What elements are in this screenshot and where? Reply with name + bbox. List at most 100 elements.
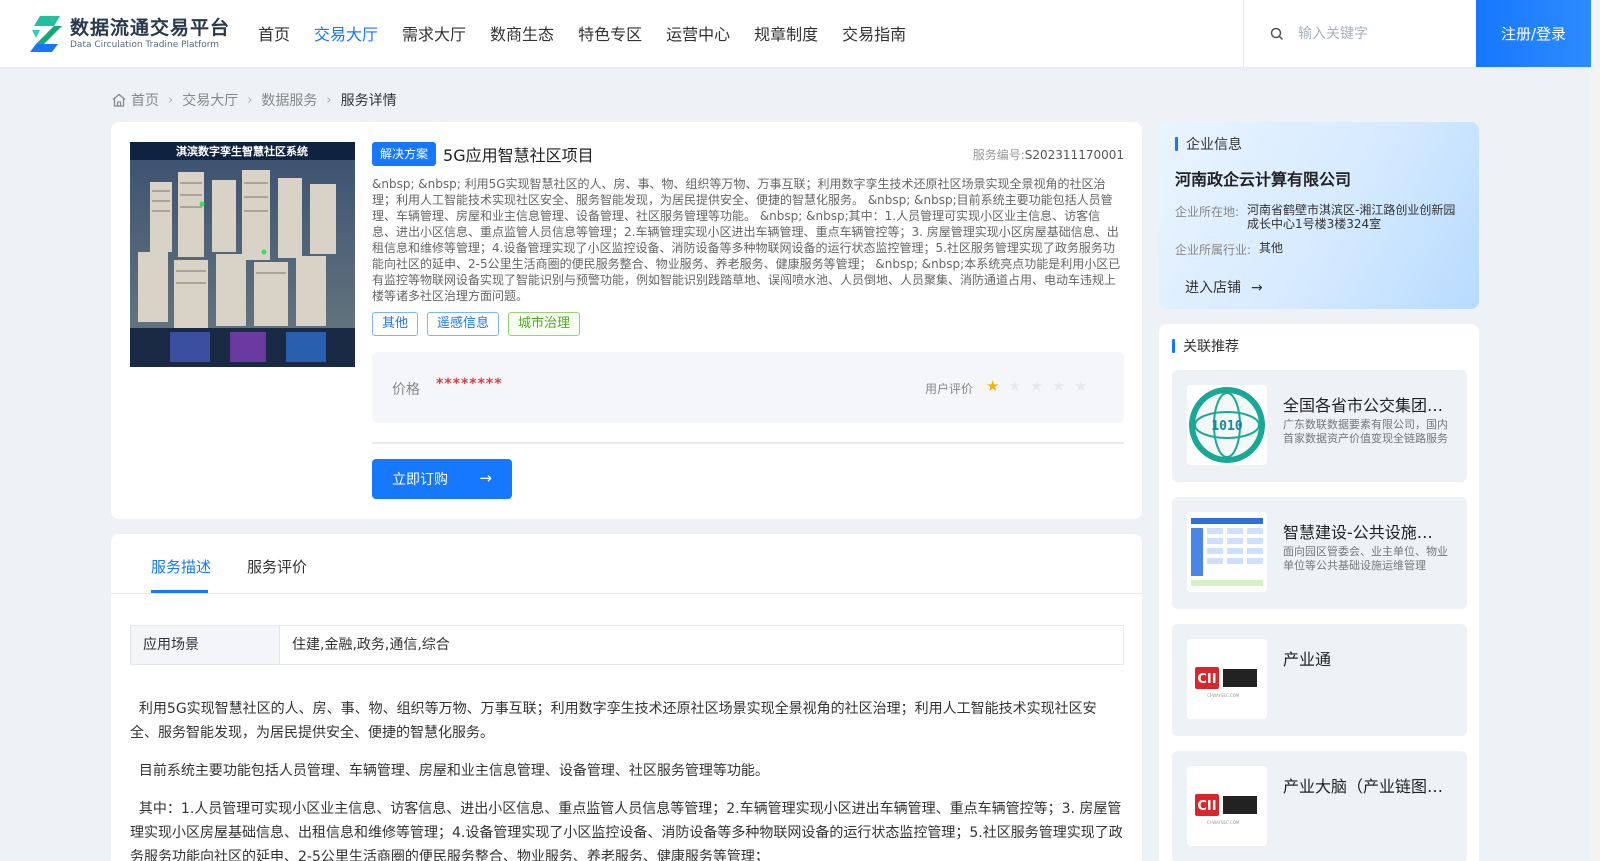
arrow-right-icon: → bbox=[1251, 280, 1263, 296]
recommend-item[interactable]: CII CI-WAYSEC.COM 产业大脑（产业链图谱） bbox=[1172, 751, 1467, 861]
enterprise-section-title: 企业信息 bbox=[1175, 134, 1242, 154]
recommend-item[interactable]: 智慧建设-公共设施智能运维 面向园区管委会、业主单位、物业单位等公共基础设施运维… bbox=[1172, 497, 1467, 609]
nav-home[interactable]: 首页 bbox=[246, 0, 302, 67]
svg-text:1010: 1010 bbox=[1211, 419, 1242, 434]
description-paragraph: 利用5G实现智慧社区的人、房、事、物、组织等万物、万事互联；利用数字孪生技术还原… bbox=[130, 701, 1097, 741]
enter-shop-link[interactable]: 进入店铺 → bbox=[1185, 277, 1263, 297]
nav-special-zone[interactable]: 特色专区 bbox=[566, 0, 654, 67]
description-paragraph: 其中：1.人员管理可实现小区业主信息、访客信息、进出小区信息、重点监管人员信息等… bbox=[130, 801, 1123, 861]
enterprise-card: 企业信息 河南政企云计算有限公司 企业所在地: 河南省鹤壁市淇滨区-湘江路创业创… bbox=[1159, 122, 1479, 309]
page-scrollbar[interactable] bbox=[1591, 0, 1600, 861]
tab-service-description[interactable]: 服务描述 bbox=[151, 556, 211, 577]
logo-subtitle: Data Circulation Tradine Platform bbox=[70, 40, 220, 50]
search-input[interactable] bbox=[1298, 25, 1468, 42]
recommend-section-title: 关联推荐 bbox=[1172, 336, 1239, 356]
recommend-item[interactable]: CII CI-WAYSEC.COM 产业通 bbox=[1172, 624, 1467, 736]
data-globe-icon: 1010 bbox=[1187, 385, 1267, 465]
chevron-right-icon: › bbox=[247, 92, 253, 108]
enterprise-name: 河南政企云计算有限公司 bbox=[1175, 170, 1352, 189]
star-icon[interactable]: ★ bbox=[986, 377, 1008, 395]
nav-guide[interactable]: 交易指南 bbox=[830, 0, 918, 67]
breadcrumb-trading-hall[interactable]: 交易大厅 bbox=[182, 90, 238, 110]
nav-ecosystem[interactable]: 数商生态 bbox=[478, 0, 566, 67]
search-box bbox=[1243, 0, 1476, 67]
breadcrumb-data-service[interactable]: 数据服务 bbox=[261, 90, 317, 110]
price-value: ******** bbox=[436, 376, 503, 392]
recommend-card: 关联推荐 1010 全国各省市公交集团数据 广东数联数据要素有限公司，国内首家数… bbox=[1159, 324, 1479, 861]
recommend-item[interactable]: 1010 全国各省市公交集团数据 广东数联数据要素有限公司，国内首家数据资产价值… bbox=[1172, 370, 1467, 482]
serial-value: S202311170001 bbox=[1024, 148, 1124, 162]
logo-title: 数据流通交易平台 bbox=[70, 17, 231, 39]
recommend-title: 产业通 bbox=[1283, 650, 1332, 669]
order-now-label: 立即订购 bbox=[392, 472, 448, 488]
detail-tabs: 服务描述 服务评价 bbox=[111, 534, 1142, 594]
section-accent-bar bbox=[1172, 339, 1175, 353]
description-paragraph: 目前系统主要功能包括人员管理、车辆管理、房屋和业主信息管理、设备管理、社区服务管… bbox=[130, 763, 769, 779]
serial-label: 服务编号: bbox=[972, 148, 1025, 162]
rating-label: 用户评价 bbox=[925, 382, 974, 396]
home-icon bbox=[112, 93, 126, 107]
recommend-title: 智慧建设-公共设施智能运维 bbox=[1283, 523, 1448, 542]
search-icon[interactable] bbox=[1270, 27, 1284, 41]
enterprise-location-row: 企业所在地: 河南省鹤壁市淇滨区-湘江路创业创新园成长中心1号楼3楼324室 bbox=[1175, 203, 1467, 231]
nav-demand-hall[interactable]: 需求大厅 bbox=[390, 0, 478, 67]
service-serial: 服务编号:S202311170001 bbox=[973, 146, 1124, 163]
tag-other[interactable]: 其他 bbox=[372, 312, 419, 336]
price-label: 价格 bbox=[392, 382, 420, 398]
chevron-right-icon: › bbox=[326, 92, 332, 108]
scene-value: 住建,金融,政务,通信,综合 bbox=[292, 637, 450, 653]
service-detail-card: 服务描述 服务评价 应用场景 住建,金融,政务,通信,综合 利用5G实现智慧社区… bbox=[111, 534, 1142, 861]
top-header: 数据流通交易平台 Data Circulation Tradine Platfo… bbox=[0, 0, 1600, 67]
product-image-caption: 淇滨数字孪生智慧社区系统 bbox=[176, 144, 308, 158]
svg-text:CII: CII bbox=[1197, 799, 1216, 814]
price-panel: 价格 ******** 用户评价 ★ ★ ★ ★ ★ bbox=[372, 352, 1124, 423]
svg-text:CII: CII bbox=[1197, 672, 1216, 687]
active-tab-indicator bbox=[151, 590, 208, 593]
divider bbox=[372, 442, 1124, 444]
breadcrumb: 首页 › 交易大厅 › 数据服务 › 服务详情 bbox=[111, 89, 397, 111]
scene-table: 应用场景 住建,金融,政务,通信,综合 bbox=[130, 625, 1124, 665]
nav-operations[interactable]: 运营中心 bbox=[654, 0, 742, 67]
nav-regulations[interactable]: 规章制度 bbox=[742, 0, 830, 67]
order-now-button[interactable]: 立即订购 → bbox=[372, 459, 512, 499]
enterprise-industry-row: 企业所属行业: 其他 bbox=[1175, 241, 1479, 258]
site-logo[interactable]: 数据流通交易平台 Data Circulation Tradine Platfo… bbox=[30, 14, 230, 54]
shangqi-logo-icon: CII CI-WAYSEC.COM bbox=[1187, 639, 1267, 719]
product-title: 5G应用智慧社区项目 bbox=[443, 146, 594, 165]
shangqi-logo-icon: CII CI-WAYSEC.COM bbox=[1187, 766, 1267, 846]
star-icon[interactable]: ★ bbox=[1074, 377, 1096, 395]
star-icon[interactable]: ★ bbox=[1052, 377, 1074, 395]
logo-icon bbox=[30, 16, 62, 52]
star-icon[interactable]: ★ bbox=[1030, 377, 1052, 395]
star-icon[interactable]: ★ bbox=[1008, 377, 1030, 395]
industry-value: 其他 bbox=[1259, 241, 1284, 255]
location-value: 河南省鹤壁市淇滨区-湘江路创业创新园成长中心1号楼3楼324室 bbox=[1247, 203, 1456, 231]
svg-text:CI-WAYSEC.COM: CI-WAYSEC.COM bbox=[1207, 693, 1240, 698]
product-image: 淇滨数字孪生智慧社区系统 bbox=[130, 142, 355, 367]
login-register-button[interactable]: 注册/登录 bbox=[1476, 0, 1591, 67]
main-nav: 首页 交易大厅 需求大厅 数商生态 特色专区 运营中心 规章制度 交易指南 bbox=[246, 0, 918, 67]
breadcrumb-home[interactable]: 首页 bbox=[131, 90, 159, 110]
chevron-right-icon: › bbox=[168, 92, 174, 108]
industry-label: 企业所属行业: bbox=[1175, 243, 1252, 257]
arrow-right-icon: → bbox=[479, 469, 492, 487]
tag-remote-sensing[interactable]: 遥感信息 bbox=[427, 312, 500, 336]
tab-service-review[interactable]: 服务评价 bbox=[247, 556, 307, 577]
solution-badge: 解决方案 bbox=[372, 142, 437, 166]
product-title-row: 解决方案 5G应用智慧社区项目 服务编号:S202311170001 bbox=[372, 141, 1124, 167]
svg-text:CI-WAYSEC.COM: CI-WAYSEC.COM bbox=[1207, 820, 1240, 825]
nav-trading-hall[interactable]: 交易大厅 bbox=[302, 0, 390, 67]
rating-stars[interactable]: ★ ★ ★ ★ ★ bbox=[986, 377, 1096, 395]
recommend-title: 产业大脑（产业链图谱） bbox=[1283, 777, 1448, 796]
location-label: 企业所在地: bbox=[1175, 205, 1240, 219]
recommend-section-label: 关联推荐 bbox=[1183, 339, 1239, 355]
tag-city-governance[interactable]: 城市治理 bbox=[508, 312, 581, 336]
breadcrumb-current: 服务详情 bbox=[340, 93, 397, 109]
product-tags: 其他 遥感信息 城市治理 bbox=[372, 312, 589, 336]
recommend-subtitle: 广东数联数据要素有限公司，国内首家数据资产价值变现全链路服务商 bbox=[1283, 418, 1448, 445]
enter-shop-label: 进入店铺 bbox=[1185, 280, 1241, 296]
scene-label: 应用场景 bbox=[131, 626, 280, 664]
product-card: 淇滨数字孪生智慧社区系统 解决方案 5G应用智慧社区项目 服务编号:S20231… bbox=[111, 122, 1142, 519]
product-summary: &nbsp; &nbsp; 利用5G实现智慧社区的人、房、事、物、组织等万物、万… bbox=[372, 177, 1121, 303]
enterprise-section-label: 企业信息 bbox=[1186, 137, 1242, 153]
